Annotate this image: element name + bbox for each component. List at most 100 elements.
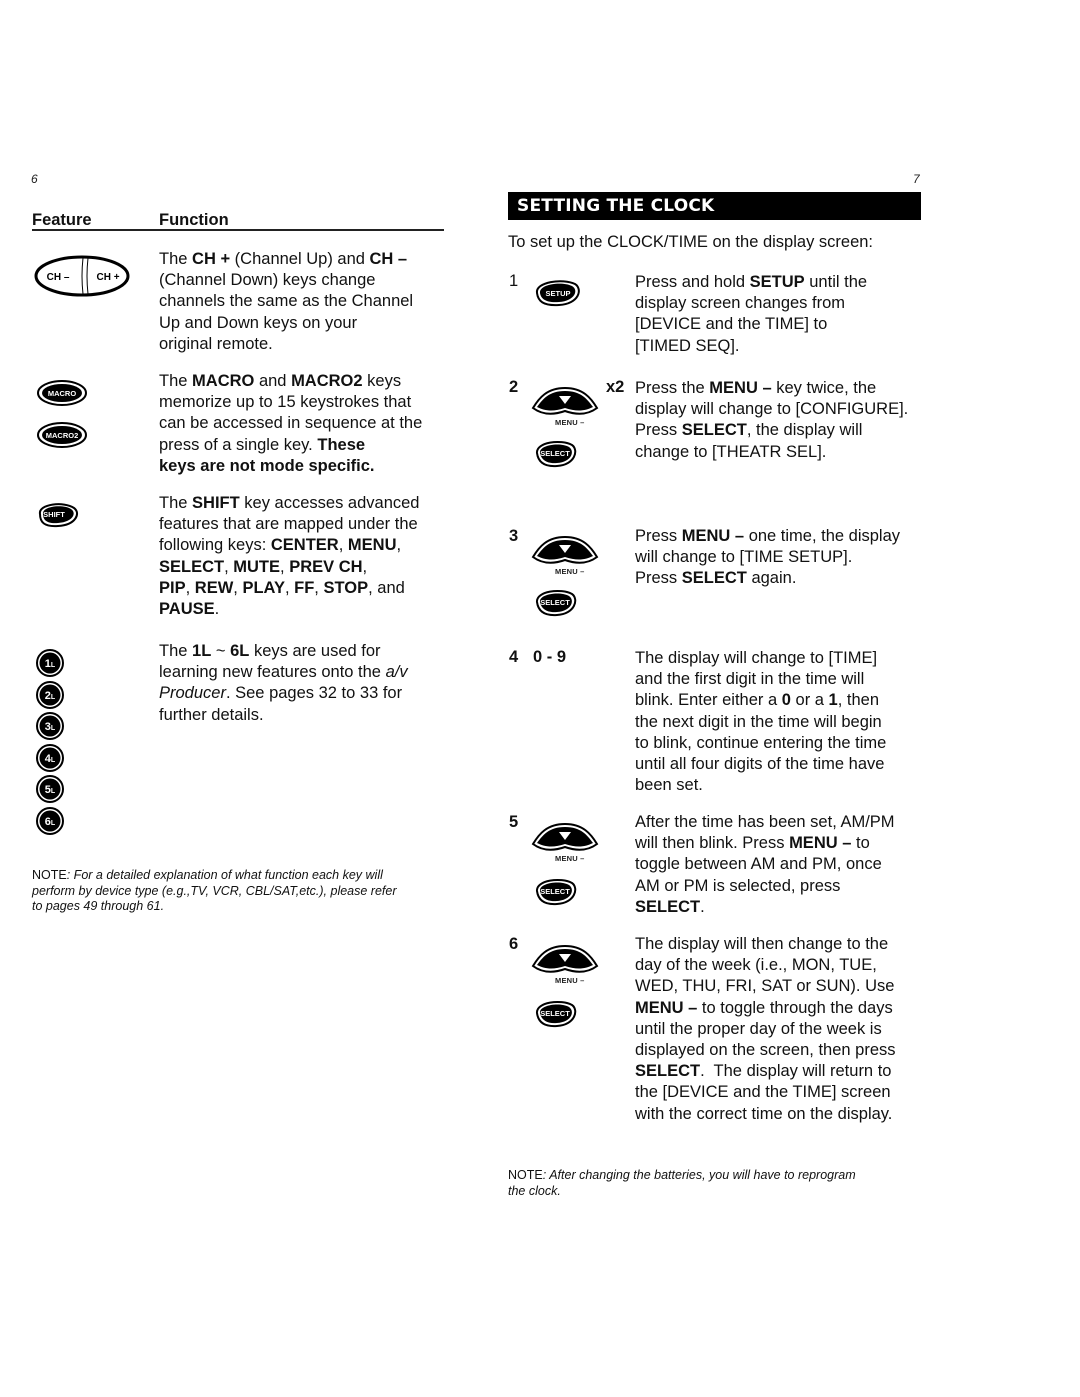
select-key: SELECT [533, 998, 579, 1033]
select-key-icon: SELECT [536, 440, 577, 468]
text-line: memorize up to 15 keystrokes that [159, 393, 412, 412]
macro-key-label: MACRO [48, 389, 76, 398]
text-line: Press and hold SETUP until the [635, 273, 868, 291]
channel-rocker-key: CH – CH + [34, 254, 130, 298]
page-number-left: 6 [31, 172, 38, 186]
text-line: toggle between AM and PM, once [635, 855, 882, 874]
feature-desc-channel: The CH + (Channel Up) and CH – (Channel D… [159, 249, 413, 355]
select-key-icon: SELECT [536, 1000, 577, 1028]
select-key-label: SELECT [540, 449, 570, 458]
macro2-key: MACRO2 [36, 421, 88, 454]
text-line: SELECT. The display will return to [635, 1062, 892, 1081]
text-line: WED, THU, FRI, SAT or SUN). Use [635, 977, 895, 996]
text-line: SELECT, MUTE, PREV CH, [159, 557, 368, 576]
text-line: further details. [159, 705, 264, 724]
step-6-text: The display will then change to the day o… [635, 934, 896, 1125]
intro-text: To set up the CLOCK/TIME on the display … [508, 233, 874, 251]
menu-minus-key: MENU – [529, 814, 601, 873]
text-line: Press SELECT again. [635, 569, 797, 588]
shift-key-label: SHIFT [43, 510, 65, 519]
learning-key-5l: 5L [35, 774, 65, 804]
step-5-text: After the time has been set, AM/PM will t… [635, 812, 895, 918]
left-note-label: NOTE [32, 868, 67, 882]
text-line: can be accessed in sequence at the [159, 414, 423, 433]
learning-key-icon: 6L [36, 806, 64, 835]
text-line: After the time has been set, AM/PM [635, 813, 895, 831]
left-note: NOTE: For a detailed explanation of what… [32, 868, 452, 915]
text-line: The 1L ~ 6L keys are used for [159, 642, 381, 660]
feature-desc-macro: The MACRO and MACRO2 keys memorize up to … [159, 371, 422, 477]
learning-key-2l: 2L [35, 680, 65, 710]
text-line: Producer. See pages 32 to 33 for [159, 684, 403, 703]
text-line: original remote. [159, 334, 273, 353]
text-line: learning new features onto the a/v [159, 663, 408, 682]
step-2-text: Press the MENU – key twice, the display w… [635, 378, 908, 463]
text-line: with the correct time on the display. [635, 1104, 893, 1123]
text-line: (Channel Down) keys change [159, 271, 376, 290]
text-line: press of a single key. These [159, 435, 366, 454]
text-line: to blink, continue entering the time [635, 733, 887, 752]
text-line: display will change to [CONFIGURE]. [635, 400, 909, 419]
text-line: will then blink. Press MENU – to [635, 834, 870, 853]
step-number: 4 [509, 648, 519, 666]
step-1-text: Press and hold SETUP until the display sc… [635, 272, 867, 357]
text-line: The CH + (Channel Up) and CH – [159, 250, 408, 268]
feature-desc-shift: The SHIFT key accesses advanced features … [159, 493, 419, 620]
macro-key-icon: MACRO [37, 380, 87, 406]
text-line: keys are not mode specific. [159, 456, 375, 475]
step-number: 1 [509, 272, 519, 290]
text-line: AM or PM is selected, press [635, 876, 841, 895]
text-line: MENU – to toggle through the days [635, 998, 893, 1017]
text-line: change to [THEATR SEL]. [635, 442, 827, 461]
text-line: SELECT. [635, 897, 705, 916]
text-line: features that are mapped under the [159, 515, 418, 534]
page-number-right: 7 [913, 172, 920, 186]
macro-key: MACRO [36, 379, 88, 412]
text-line: until the proper day of the week is [635, 1019, 882, 1038]
menu-minus-caption: MENU – [555, 976, 585, 985]
learning-key-icon: 3L [36, 712, 64, 740]
learning-key-6l: 6L [35, 806, 65, 836]
press-multiplier: x2 [606, 378, 625, 396]
ch-minus-label: CH – [47, 272, 70, 283]
ch-plus-label: CH + [96, 272, 119, 283]
text-line: will change to [TIME SETUP]. [635, 548, 853, 567]
menu-minus-key: MENU – [529, 527, 601, 586]
channel-rocker-icon: CH – CH + [34, 255, 130, 297]
step-4-text: The display will change to [TIME] and the… [635, 648, 886, 796]
select-key-label: SELECT [540, 1009, 570, 1018]
text-line: Press the MENU – key twice, the [635, 379, 877, 397]
section-title: SETTING THE CLOCK [517, 196, 715, 216]
text-line: channels the same as the Channel [159, 292, 414, 311]
learning-key-4l: 4L [35, 743, 65, 773]
text-line: The display will then change to the [635, 935, 889, 953]
right-note-label: NOTE [508, 1168, 543, 1182]
step-3-text: Press MENU – one time, the display will c… [635, 526, 900, 590]
right-note-line: : After changing the batteries, you will… [542, 1168, 856, 1182]
function-column-header: Function [159, 211, 229, 229]
step-number: 5 [509, 813, 519, 831]
left-note-line: perform by device type (e.g.,TV, VCR, CB… [32, 883, 397, 898]
macro2-key-label: MACRO2 [46, 431, 79, 440]
text-line: The SHIFT key accesses advanced [159, 494, 420, 512]
learning-key-3l: 3L [35, 711, 65, 741]
text-line: display screen changes from [635, 294, 846, 313]
text-line: the next digit in the time will begin [635, 712, 882, 731]
text-line: day of the week (i.e., MON, TUE, [635, 956, 877, 975]
feature-desc-learning: The 1L ~ 6L keys are used for learning ne… [159, 641, 408, 726]
select-key: SELECT [533, 587, 579, 622]
right-note: NOTE: After changing the batteries, you … [508, 1168, 928, 1199]
number-keys-range: 0 - 9 [533, 648, 567, 666]
text-line: displayed on the screen, then press [635, 1041, 896, 1060]
left-note-line: to pages 49 through 61. [32, 899, 165, 913]
menu-minus-caption: MENU – [555, 418, 585, 427]
setup-key-icon: SETUP [536, 280, 580, 307]
header-rule [32, 229, 444, 231]
text-line: The MACRO and MACRO2 keys [159, 372, 402, 390]
select-key-icon: SELECT [536, 878, 577, 906]
text-line: [TIMED SEQ]. [635, 336, 740, 355]
shift-key-icon: SHIFT [39, 503, 78, 528]
menu-minus-key: MENU – [529, 378, 601, 437]
text-line: been set. [635, 776, 703, 795]
select-key-label: SELECT [540, 887, 570, 896]
